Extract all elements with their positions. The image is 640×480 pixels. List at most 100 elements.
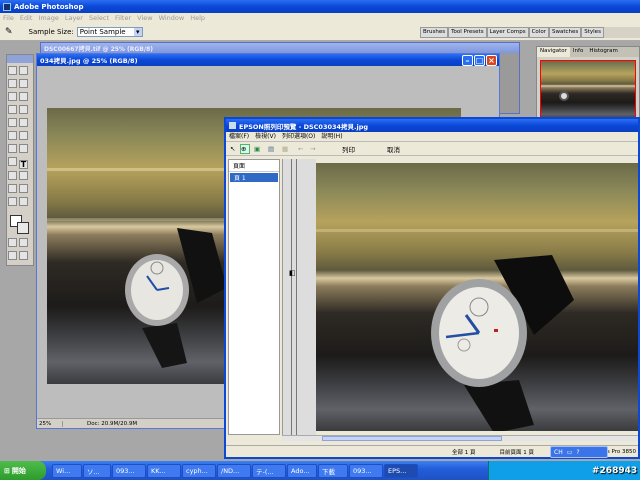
menu-layer[interactable]: Layer: [62, 14, 86, 22]
page-list-item[interactable]: 頁 1: [230, 173, 278, 182]
fit-page-icon[interactable]: ▣: [254, 145, 264, 153]
print-button[interactable]: 列印: [342, 144, 355, 154]
doc-size[interactable]: Doc: 20.9M/20.9M: [87, 421, 137, 427]
pointer-icon[interactable]: ↖: [230, 145, 240, 153]
path-select-icon[interactable]: [8, 157, 17, 166]
pen-tool-icon[interactable]: [8, 171, 17, 180]
taskbar-item[interactable]: 下載: [318, 463, 348, 478]
dodge-tool-icon[interactable]: [19, 144, 28, 153]
toolbox: T: [6, 54, 34, 266]
palette-tab-brushes[interactable]: Brushes: [420, 27, 449, 38]
palette-tab-styles[interactable]: Styles: [581, 27, 604, 38]
menu-epson-file[interactable]: 檔案(F): [226, 133, 252, 140]
menu-filter[interactable]: Filter: [112, 14, 134, 22]
language-bar[interactable]: CH ▭ ?: [550, 446, 608, 458]
epson-menu-bar: 檔案(F) 檢視(V) 列印選項(O) 說明(H): [226, 132, 638, 142]
chevron-down-icon: ▾: [133, 27, 142, 36]
image-icon[interactable]: ▤: [268, 145, 278, 153]
forward-arrow-icon[interactable]: →: [310, 145, 320, 153]
menu-image[interactable]: Image: [35, 14, 61, 22]
lasso-tool-icon[interactable]: [8, 79, 17, 88]
cancel-button[interactable]: 取消: [387, 144, 400, 154]
standard-mode-icon[interactable]: [19, 238, 28, 247]
taskbar-item[interactable]: ソ...: [83, 463, 111, 478]
menu-window[interactable]: Window: [156, 14, 188, 22]
history-brush-icon[interactable]: [19, 118, 28, 127]
eraser-tool-icon[interactable]: [8, 131, 17, 140]
close-icon[interactable]: ×: [486, 54, 497, 66]
palette-tab-layer-comps[interactable]: Layer Comps: [486, 27, 529, 38]
palette-tab-tool-presets[interactable]: Tool Presets: [448, 27, 487, 38]
navigator-thumbnail[interactable]: [540, 60, 636, 120]
taskbar-item[interactable]: KK...: [147, 463, 181, 478]
taskbar-item[interactable]: Wi...: [52, 463, 82, 478]
taskbar-item[interactable]: /ND...: [217, 463, 251, 478]
zoom-tool-icon[interactable]: [19, 197, 28, 206]
eyedropper-tool-icon[interactable]: [19, 184, 28, 193]
menu-epson-print-options[interactable]: 列印選項(O): [279, 133, 318, 140]
hand-tool-icon[interactable]: [8, 197, 17, 206]
epson-title-bar: EPSON照列印預覽 - DSC03034拷貝.jpg: [226, 119, 638, 132]
menu-file[interactable]: File: [0, 14, 17, 22]
photoshop-title: Adobe Photoshop: [14, 2, 84, 11]
shape-tool-icon[interactable]: [19, 171, 28, 180]
menu-view[interactable]: View: [134, 14, 155, 22]
background-color[interactable]: [17, 222, 29, 234]
menu-epson-view[interactable]: 檢視(V): [252, 133, 279, 140]
taskbar-item-active[interactable]: EPS...: [384, 463, 418, 478]
gradient-tool-icon[interactable]: [19, 131, 28, 140]
start-button[interactable]: ⊞ 開始: [0, 461, 46, 480]
scrollbar-thumb[interactable]: [322, 436, 502, 441]
taskbar-item[interactable]: cyph...: [182, 463, 216, 478]
notes-tool-icon[interactable]: [8, 184, 17, 193]
tab-histogram[interactable]: Histogram: [586, 47, 621, 57]
page-list-header: 頁面: [229, 160, 279, 172]
language-indicator[interactable]: CH: [554, 449, 563, 456]
help-icon[interactable]: ?: [576, 449, 579, 456]
back-arrow-icon[interactable]: ←: [298, 145, 308, 153]
taskbar-item[interactable]: 093...: [112, 463, 146, 478]
healing-brush-icon[interactable]: [8, 105, 17, 114]
menu-select[interactable]: Select: [86, 14, 112, 22]
zoom-icon[interactable]: ⊕: [240, 143, 250, 154]
zoom-level[interactable]: 25%: [37, 420, 63, 427]
move-tool-icon[interactable]: [19, 66, 28, 75]
marquee-tool-icon[interactable]: [8, 66, 17, 75]
splitter-handle-icon[interactable]: ◧: [289, 269, 296, 277]
crop-tool-icon[interactable]: [8, 92, 17, 101]
tab-info[interactable]: Info: [570, 47, 586, 57]
taskbar-item[interactable]: テ-(...: [252, 463, 286, 478]
maximize-icon[interactable]: □: [474, 54, 485, 66]
minimize-icon[interactable]: –: [462, 54, 473, 66]
menu-help[interactable]: Help: [187, 14, 208, 22]
menu-epson-help[interactable]: 說明(H): [318, 133, 345, 140]
sample-size-select[interactable]: Point Sample ▾: [76, 26, 143, 37]
horizontal-scrollbar[interactable]: [282, 435, 638, 441]
jump-to-imageready-icon[interactable]: [19, 251, 28, 260]
back-document-title-bar: DSC00667拷貝.tif @ 25% (RGB/8): [41, 43, 519, 53]
blur-tool-icon[interactable]: [8, 144, 17, 153]
epson-preview-image[interactable]: [316, 163, 638, 431]
tab-navigator[interactable]: Navigator: [537, 47, 570, 57]
type-tool-icon[interactable]: T: [19, 160, 28, 169]
palette-tab-swatches[interactable]: Swatches: [548, 27, 582, 38]
photoshop-logo-icon: [3, 2, 11, 11]
navigator-palette[interactable]: Navigator Info Histogram: [536, 46, 640, 128]
epson-preview-window[interactable]: EPSON照列印預覽 - DSC03034拷貝.jpg 檔案(F) 檢視(V) 列印…: [224, 117, 640, 459]
magic-wand-icon[interactable]: [19, 79, 28, 88]
quick-mask-icon[interactable]: [8, 238, 17, 247]
slice-tool-icon[interactable]: [19, 92, 28, 101]
menu-edit[interactable]: Edit: [17, 14, 36, 22]
color-swatches[interactable]: [7, 213, 33, 237]
taskbar-item[interactable]: Ado...: [287, 463, 317, 478]
taskbar-item[interactable]: 093...: [349, 463, 383, 478]
screen-mode-icon[interactable]: [8, 251, 17, 260]
keyboard-icon[interactable]: ▭: [567, 449, 573, 456]
palette-tab-color[interactable]: Color: [528, 27, 549, 38]
vertical-ruler[interactable]: ◧: [282, 159, 316, 435]
stamp-tool-icon[interactable]: [8, 118, 17, 127]
folder-icon[interactable]: ▦: [282, 145, 292, 153]
eyedropper-icon[interactable]: ✎: [5, 27, 13, 37]
brush-tool-icon[interactable]: [19, 105, 28, 114]
taskbar: ⊞ 開始 Wi... ソ... 093... KK... cyph... /ND…: [0, 461, 640, 480]
